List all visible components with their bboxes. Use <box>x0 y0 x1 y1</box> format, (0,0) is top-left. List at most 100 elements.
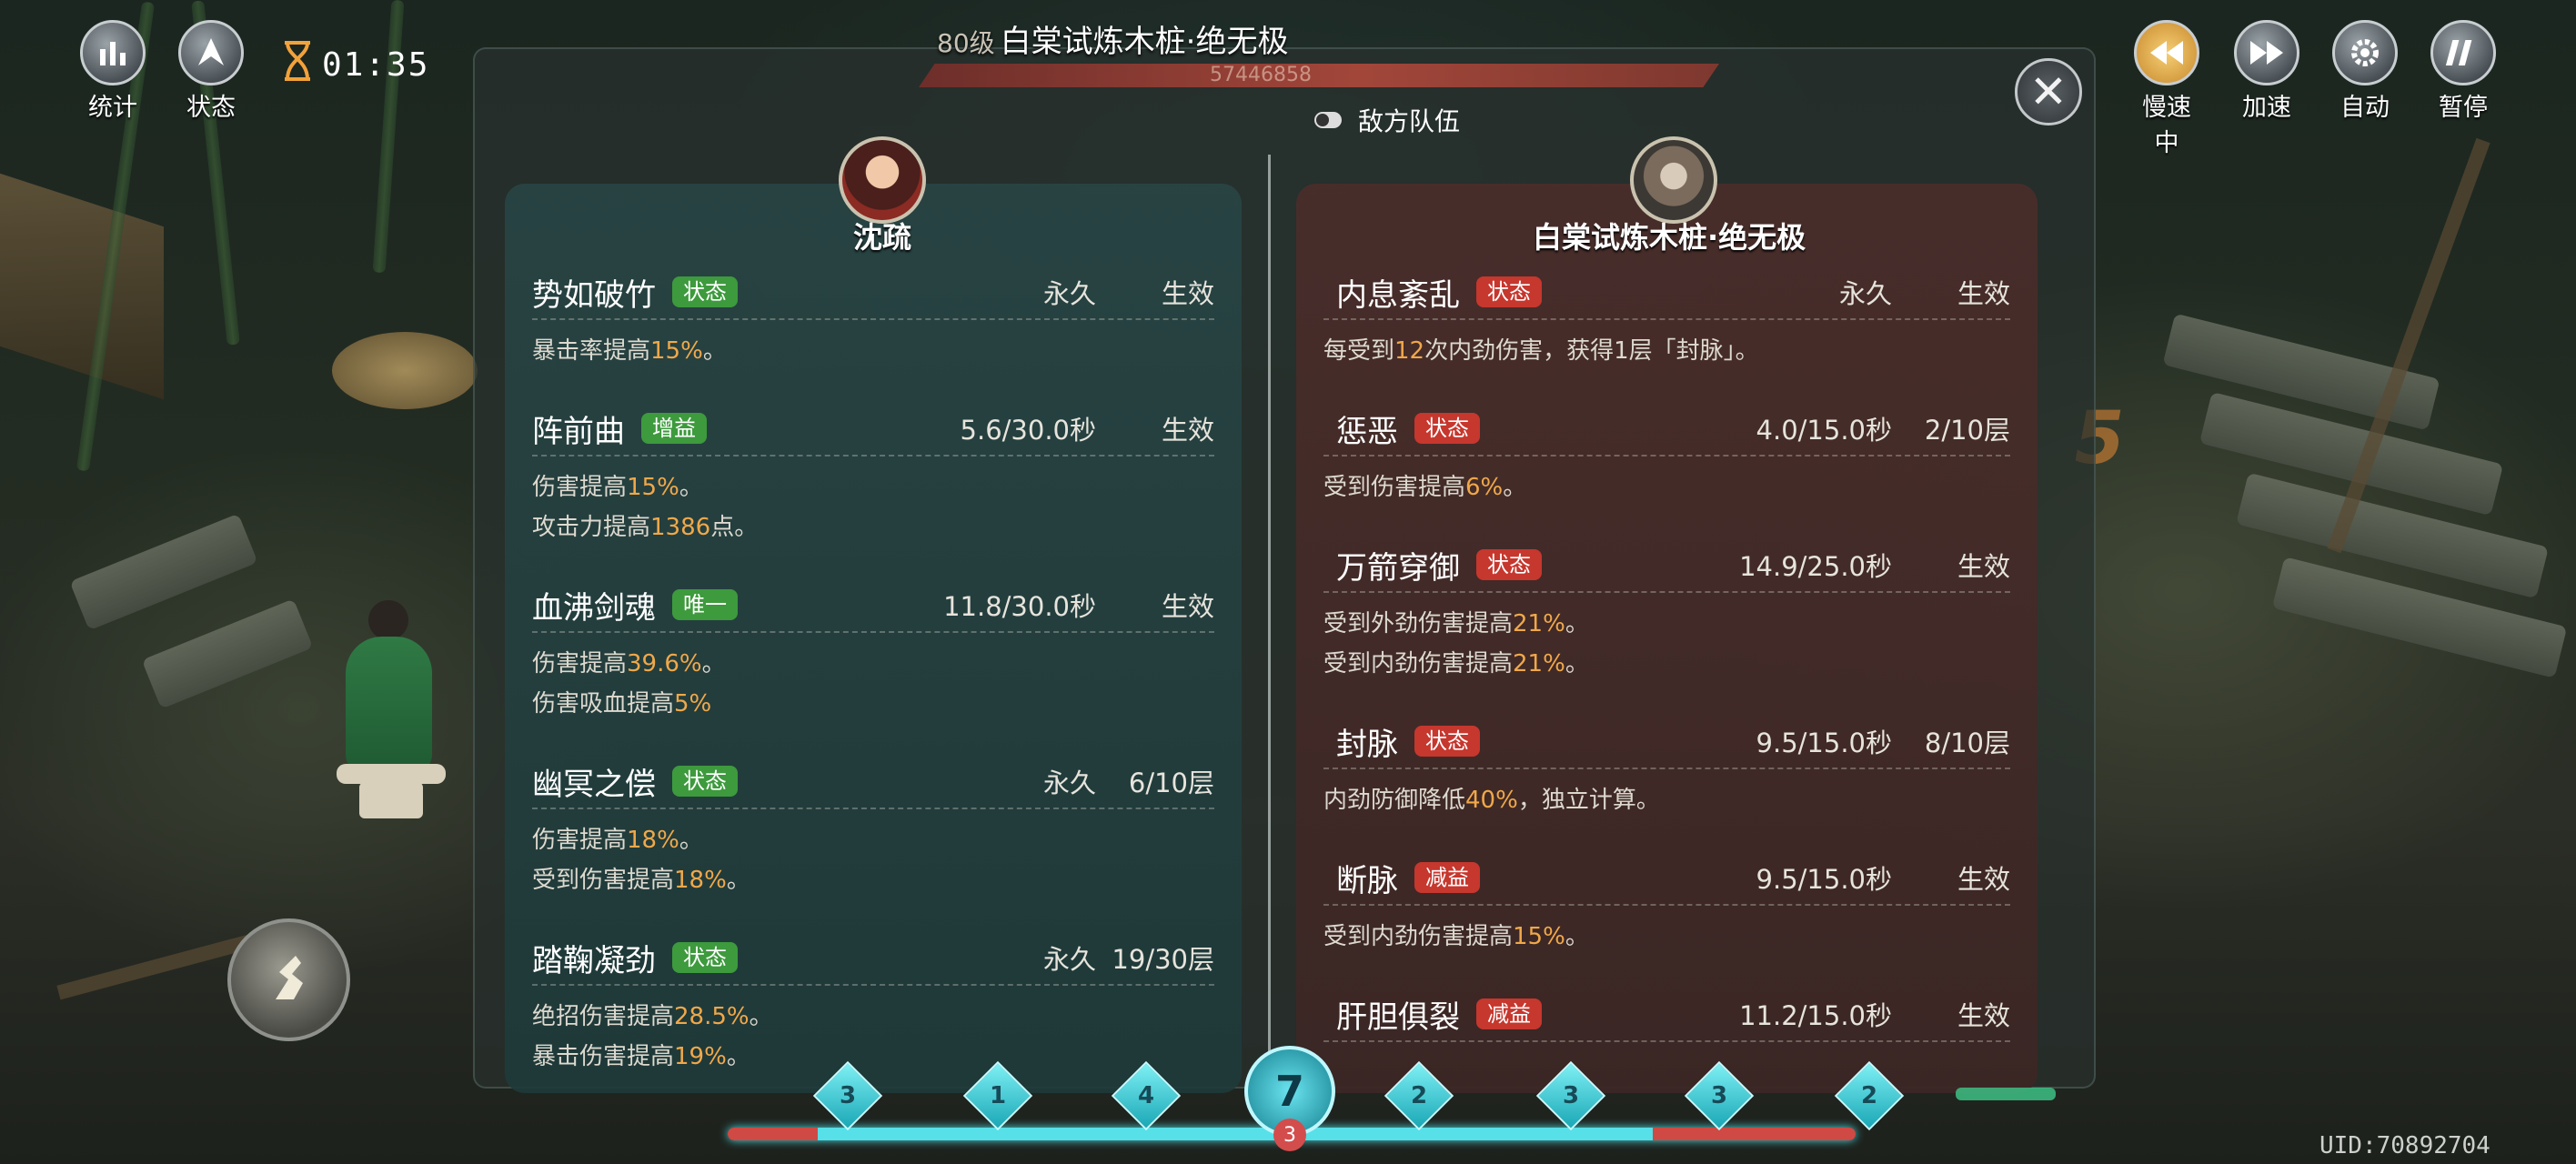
buff-item: 阵前曲 增益 5.6/30.0秒 生效 伤害提高15%。 攻击力提高1386点。 <box>532 402 1214 578</box>
user-id: UID:70892704 <box>2319 1132 2490 1159</box>
buff-description: 受到伤害提高6%。 <box>1323 457 2010 507</box>
buff-type-badge: 状态 <box>1476 276 1542 307</box>
boss-level: 80级 <box>937 28 995 58</box>
skill-gem-count: 1 <box>989 1082 1007 1109</box>
buff-text: 受到伤害提高 <box>532 867 675 894</box>
stats-button[interactable]: 统计 <box>76 20 149 123</box>
pause-button[interactable]: 暂停 <box>2427 20 2500 123</box>
ally-portrait-avatar[interactable] <box>839 136 926 224</box>
buff-text: 受到内劲伤害提高 <box>1323 650 1514 677</box>
buff-type-badge: 状态 <box>1476 549 1542 580</box>
boss-name: 白棠试炼木桩·绝无极 <box>1000 24 1289 60</box>
buff-name: 断脉 <box>1336 862 1398 899</box>
buff-header: 踏鞠凝劲 状态 永久 19/30层 <box>532 931 1214 986</box>
buff-description: 绝招伤害提高28.5%。 暴击伤害提高19%。 <box>532 986 1214 1077</box>
buff-text: 受到内劲伤害提高 <box>1323 923 1514 950</box>
buff-item: 惩恶 状态 4.0/15.0秒 2/10层 受到伤害提高6%。 <box>1323 402 2010 538</box>
buff-text: 受到伤害提高 <box>1323 474 1466 501</box>
buff-item: 幽冥之偿 状态 永久 6/10层 伤害提高18%。 受到伤害提高18%。 <box>532 755 1214 931</box>
boss-hp-bar <box>919 64 1719 87</box>
buff-header: 惩恶 状态 4.0/15.0秒 2/10层 <box>1323 402 2010 457</box>
slow-speed-label: 慢速中 <box>2142 94 2191 157</box>
buff-text: 。 <box>726 867 750 894</box>
buff-header: 肝胆俱裂 减益 11.2/15.0秒 生效 <box>1323 988 2010 1042</box>
buff-value: 28.5% <box>674 1003 750 1030</box>
dodge-button[interactable] <box>227 918 350 1041</box>
buff-text: 。 <box>1565 610 1589 637</box>
player-character <box>327 600 455 818</box>
skill-gem-count: 3 <box>1710 1082 1728 1109</box>
buff-type-badge: 减益 <box>1414 862 1480 893</box>
buff-description-line: 受到内劲伤害提高21%。 <box>1323 644 2010 684</box>
buff-description: 每受到12次内劲伤害，获得1层「封脉」。 <box>1323 320 2010 371</box>
buff-value: 21% <box>1513 610 1565 637</box>
buff-value: 18% <box>674 867 727 894</box>
buff-description-line: 受到内劲伤害提高15%。 <box>1323 917 2010 957</box>
buff-duration: 永久 <box>1042 278 1096 309</box>
buff-item: 踏鞠凝劲 状态 永久 19/30层 绝招伤害提高28.5%。 暴击伤害提高19%。 <box>532 931 1214 1093</box>
rewind-icon <box>2134 20 2199 85</box>
ally-buff-panel: 势如破竹 状态 永久 生效 暴击率提高15%。 阵前曲 增益 5.6/30.0秒 生效 伤害提高1… <box>505 184 1242 1093</box>
buff-duration: 11.2/15.0秒 <box>1739 1000 1892 1031</box>
buff-item: 断脉 减益 9.5/15.0秒 生效 受到内劲伤害提高15%。 <box>1323 851 2010 988</box>
buff-duration: 9.5/15.0秒 <box>1756 864 1892 895</box>
buff-type-badge: 状态 <box>672 276 738 307</box>
buff-value: 12 <box>1394 337 1425 365</box>
buff-text: ，独立计算。 <box>1517 787 1660 814</box>
buff-text: 。 <box>702 337 727 365</box>
buff-name: 惩恶 <box>1336 413 1398 450</box>
buff-state: 生效 <box>1161 591 1214 622</box>
buff-description-line: 每受到12次内劲伤害，获得1层「封脉」。 <box>1323 331 2010 371</box>
buff-item: 内息紊乱 状态 永久 生效 每受到12次内劲伤害，获得1层「封脉」。 <box>1323 266 2010 402</box>
buff-name: 幽冥之偿 <box>532 766 656 803</box>
buff-description-line: 受到外劲伤害提高21%。 <box>1323 604 2010 644</box>
buff-state: 生效 <box>1957 278 2010 309</box>
buff-text: 受到外劲伤害提高 <box>1323 610 1514 637</box>
buff-description-line: 伤害提高15%。 <box>532 467 1214 507</box>
basket-decoration <box>332 332 478 409</box>
buff-state: 19/30层 <box>1112 944 1214 975</box>
buff-value: 1386 <box>650 514 711 541</box>
buff-text: 伤害提高 <box>532 650 628 677</box>
bar-chart-icon <box>80 20 146 85</box>
slow-speed-button[interactable]: 慢速中 <box>2130 20 2203 158</box>
buff-duration: 11.8/30.0秒 <box>943 591 1096 622</box>
close-button[interactable]: ✕ <box>2015 58 2082 125</box>
enemy-portrait-avatar[interactable] <box>1630 136 1717 224</box>
ultimate-sub-badge: 3 <box>1273 1119 1306 1151</box>
buff-value: 5% <box>674 690 712 717</box>
pause-label: 暂停 <box>2439 94 2488 122</box>
speed-up-label: 加速 <box>2242 94 2291 122</box>
enemy-team-toggle[interactable]: 敌方队伍 <box>1314 102 1460 138</box>
speed-up-button[interactable]: 加速 <box>2230 20 2303 123</box>
buff-duration: 4.0/15.0秒 <box>1756 415 1892 446</box>
buff-name: 阵前曲 <box>532 413 625 450</box>
status-icon <box>178 20 244 85</box>
buff-text: 。 <box>1503 474 1527 501</box>
buff-description-line: 攻击力提高1386点。 <box>532 507 1214 547</box>
buff-type-badge: 唯一 <box>672 589 738 620</box>
buff-description-line: 暴击伤害提高19%。 <box>532 1037 1214 1077</box>
buff-header: 断脉 减益 9.5/15.0秒 生效 <box>1323 851 2010 906</box>
buff-value: 21% <box>1513 650 1565 677</box>
enemy-name: 白棠试炼木桩·绝无极 <box>1533 220 1806 255</box>
enemy-team-label: 敌方队伍 <box>1358 106 1461 136</box>
buff-description-line: 暴击率提高15%。 <box>532 331 1214 371</box>
buff-item: 血沸剑魂 唯一 11.8/30.0秒 生效 伤害提高39.6%。 伤害吸血提高5% <box>532 578 1214 755</box>
ally-buff-list: 势如破竹 状态 永久 生效 暴击率提高15%。 阵前曲 增益 5.6/30.0秒 生效 伤害提高1… <box>505 266 1242 1093</box>
auto-button[interactable]: 自动 <box>2329 20 2401 123</box>
buff-text: 。 <box>701 650 726 677</box>
buff-text: 。 <box>679 827 703 854</box>
buff-text: 。 <box>1565 923 1589 950</box>
buff-item: 封脉 状态 9.5/15.0秒 8/10层 内劲防御降低40%，独立计算。 <box>1323 715 2010 851</box>
buff-duration: 14.9/25.0秒 <box>1739 551 1892 582</box>
buff-description: 伤害提高15%。 攻击力提高1386点。 <box>532 457 1214 547</box>
buff-description: 受到外劲伤害提高21%。 受到内劲伤害提高21%。 <box>1323 593 2010 684</box>
buff-name: 踏鞠凝劲 <box>532 942 656 979</box>
buff-text: 伤害吸血提高 <box>532 690 675 717</box>
buff-text: 伤害提高 <box>532 827 628 854</box>
skill-gem-count: 3 <box>1562 1082 1580 1109</box>
status-button[interactable]: 状态 <box>175 20 247 123</box>
hourglass-icon <box>282 40 313 90</box>
buff-value: 6% <box>1465 474 1504 501</box>
